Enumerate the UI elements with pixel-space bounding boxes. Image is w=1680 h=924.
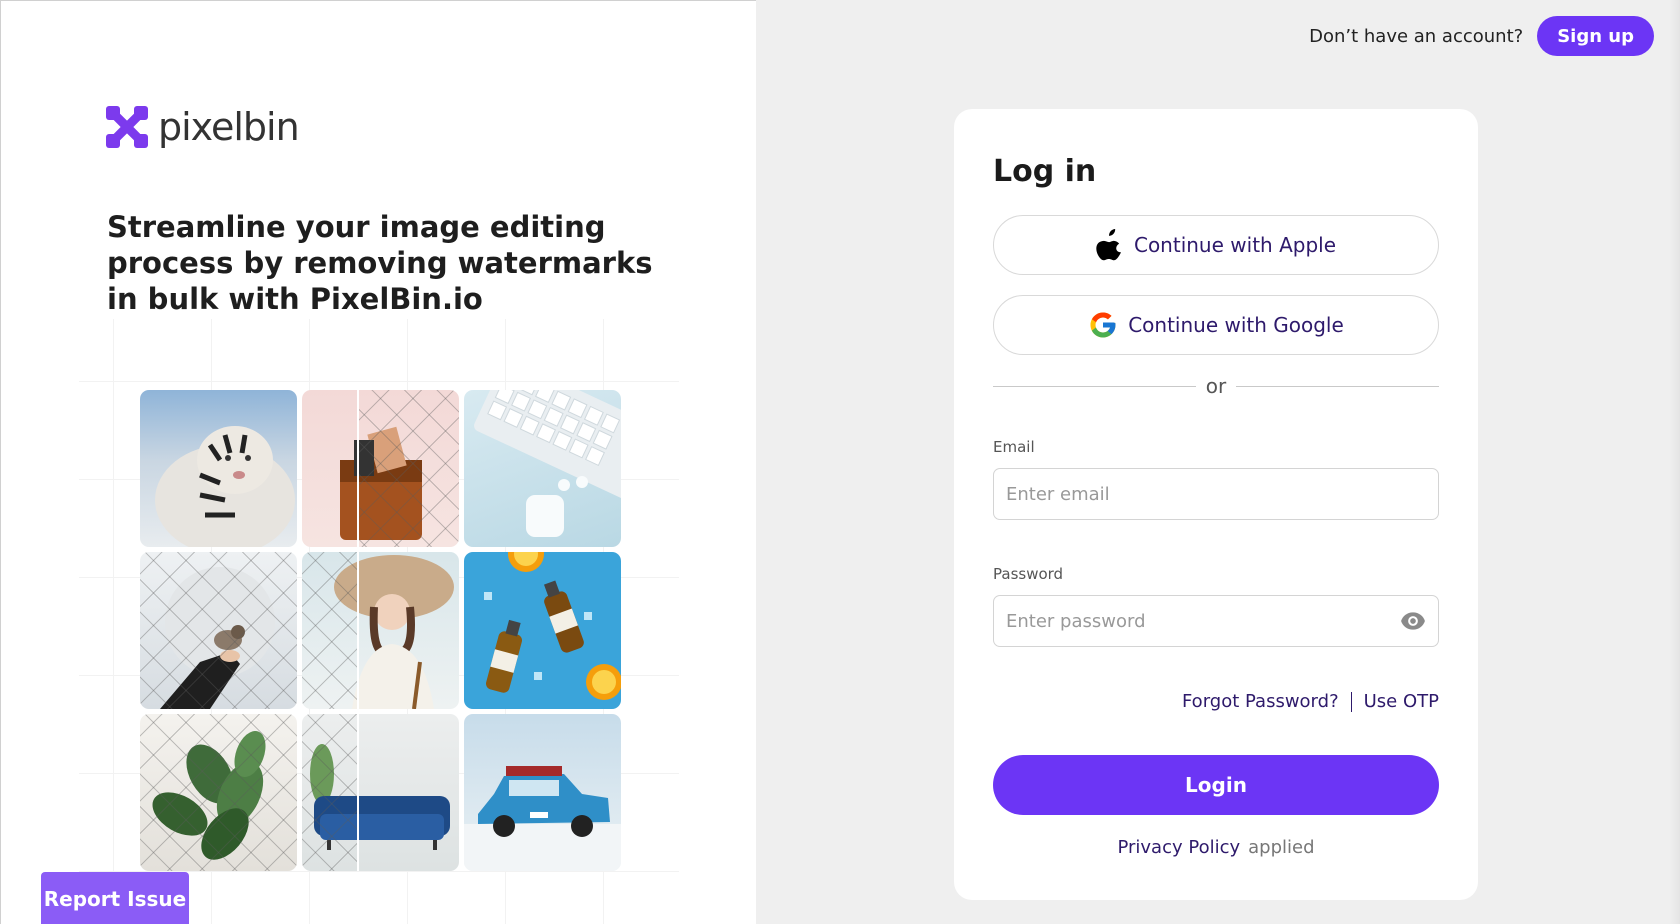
eye-icon[interactable] <box>1400 611 1426 631</box>
google-icon <box>1090 312 1116 338</box>
car-image <box>464 714 621 871</box>
use-otp-link[interactable]: Use OTP <box>1364 691 1439 712</box>
no-account-text: Don’t have an account? <box>1309 25 1524 47</box>
headline: Streamline your image editing process by… <box>107 210 653 316</box>
bottles-illustration <box>484 552 621 700</box>
woman-hat-image <box>302 552 459 709</box>
privacy-policy-link[interactable]: Privacy Policy <box>1117 837 1240 858</box>
links-separator <box>1350 691 1352 712</box>
logo-text: pixelbin <box>158 105 300 149</box>
car-illustration <box>464 766 621 871</box>
top-bar: Don’t have an account? Sign up <box>1309 16 1654 56</box>
forgot-password-link[interactable]: Forgot Password? <box>1182 691 1339 712</box>
pixelbin-logo: pixelbin <box>106 105 300 149</box>
tiger-illustration <box>155 426 295 547</box>
password-label: Password <box>993 565 1064 583</box>
tiger-image <box>140 390 297 547</box>
continue-with-apple-button[interactable]: Continue with Apple <box>993 215 1439 275</box>
or-text: or <box>1205 374 1227 398</box>
password-field[interactable]: Enter password <box>993 595 1439 647</box>
login-title: Log in <box>993 154 1097 189</box>
applied-text: applied <box>1248 837 1315 858</box>
apple-button-label: Continue with Apple <box>1133 233 1336 257</box>
bird-image <box>140 552 297 709</box>
privacy-notice: Privacy Policy applied <box>954 837 1478 858</box>
left-panel: pixelbin Streamline your image editing p… <box>0 0 756 924</box>
login-card: Log in Continue with Apple Continue with… <box>954 109 1478 900</box>
leather-bag-image <box>302 390 459 547</box>
sign-up-button[interactable]: Sign up <box>1537 16 1654 56</box>
email-field[interactable]: Enter email <box>993 468 1439 520</box>
auth-links: Forgot Password? Use OTP <box>1182 691 1439 712</box>
password-placeholder: Enter password <box>1006 610 1146 632</box>
plant-image <box>140 714 297 871</box>
google-button-label: Continue with Google <box>1128 313 1344 337</box>
scrollbar[interactable] <box>1670 0 1680 924</box>
pixelbin-logo-icon <box>106 106 148 148</box>
apple-icon <box>1096 229 1121 261</box>
keyboard-image <box>464 390 621 547</box>
continue-with-google-button[interactable]: Continue with Google <box>993 295 1439 355</box>
login-button[interactable]: Login <box>993 755 1439 815</box>
email-label: Email <box>993 438 1035 456</box>
keyboard-illustration <box>474 390 621 537</box>
sample-image-grid <box>140 390 621 871</box>
report-issue-button[interactable]: Report Issue <box>41 872 189 924</box>
sofa-image <box>302 714 459 871</box>
or-divider: or <box>993 374 1439 398</box>
bottles-image <box>464 552 621 709</box>
